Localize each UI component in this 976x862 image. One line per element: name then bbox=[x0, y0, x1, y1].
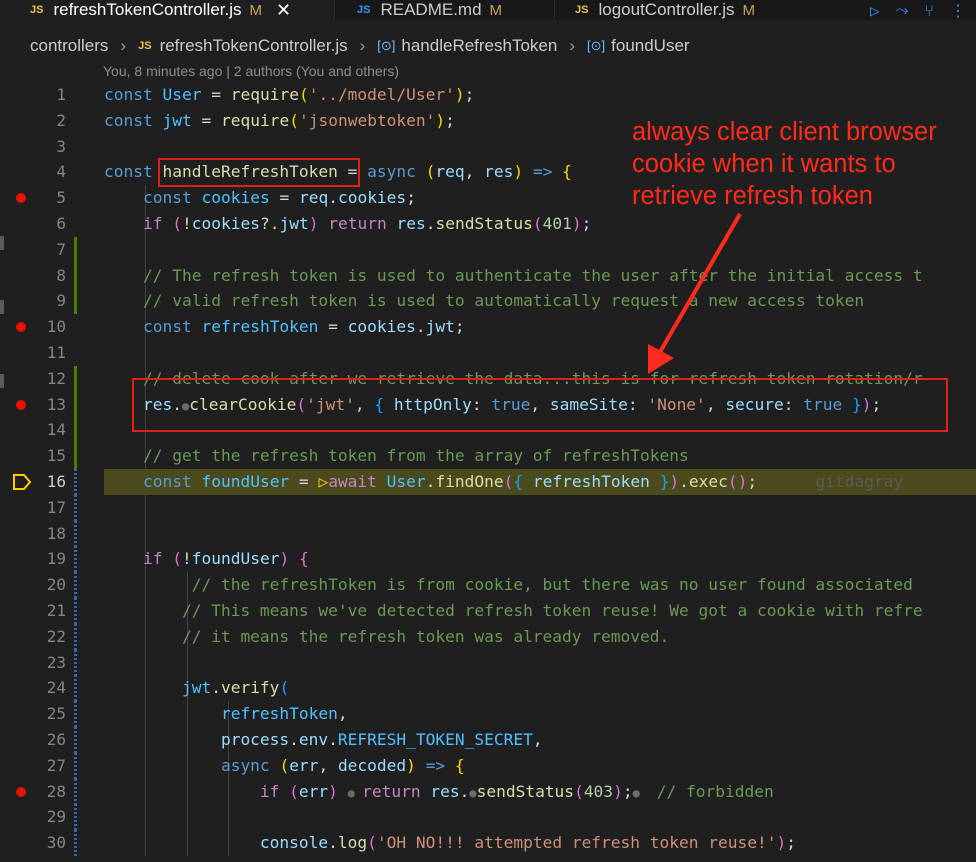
annotation-arrow bbox=[648, 212, 742, 374]
